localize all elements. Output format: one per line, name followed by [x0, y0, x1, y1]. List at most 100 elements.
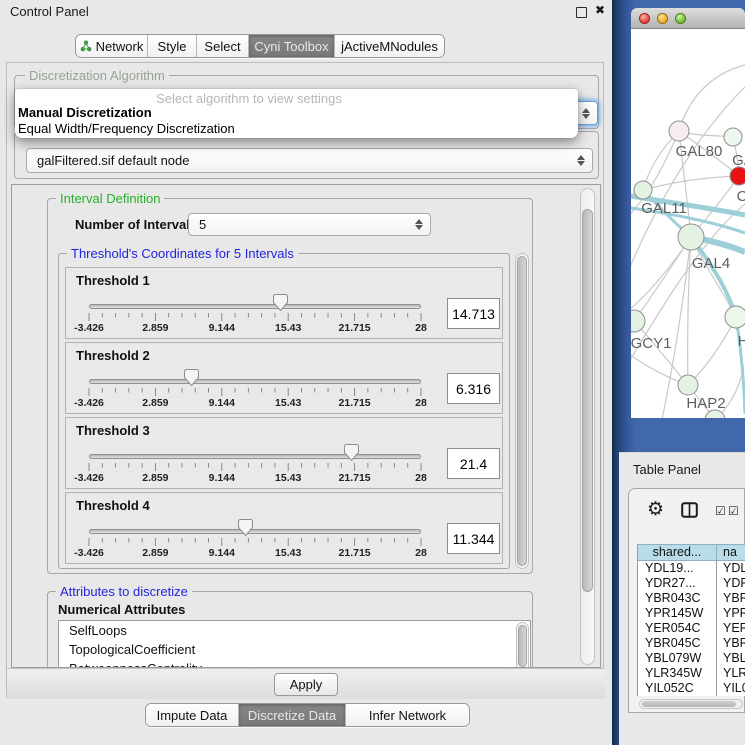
red-node[interactable] — [730, 167, 745, 185]
table-header-row: shared...na — [638, 544, 745, 561]
table-row[interactable]: YDL19...YDL1 — [638, 561, 745, 576]
algorithm-option-1[interactable]: Manual Discretization — [18, 105, 152, 120]
tick-label: -3.426 — [74, 547, 104, 559]
table-cell[interactable]: YPR145W — [638, 606, 717, 621]
checkbox-icon[interactable]: ☑ — [728, 504, 739, 518]
table-row[interactable]: YBR045CYBR0 — [638, 636, 745, 651]
node-label: GCY1 — [631, 335, 671, 352]
tab-label: Impute Data — [157, 708, 228, 723]
mac-zoom-button[interactable] — [675, 13, 686, 24]
mac-minimize-button[interactable] — [657, 13, 668, 24]
tab-impute-data[interactable]: Impute Data — [146, 704, 239, 726]
table-data-combobox[interactable]: galFiltered.sif default node — [26, 148, 593, 173]
numerical-attributes-label: Numerical Attributes — [58, 602, 185, 617]
top-tab-strip: NetworkStyleSelectCyni ToolboxjActiveMNo… — [75, 34, 445, 58]
apply-bar: Apply — [7, 668, 605, 699]
slider-thumb[interactable] — [273, 294, 288, 311]
tab-discretize-data[interactable]: Discretize Data — [239, 704, 346, 726]
table-cell[interactable]: YDL19... — [638, 561, 717, 576]
table-cell[interactable]: YIL0 — [717, 681, 745, 696]
network-canvas[interactable]: GAL80GACGAL11GAL4GCY1HHAP2 — [631, 29, 745, 418]
table-row[interactable]: YDR27...YDR2 — [638, 576, 745, 591]
slider-track[interactable] — [89, 454, 421, 459]
tab-network[interactable]: Network — [76, 35, 148, 57]
H-node[interactable] — [725, 306, 745, 328]
node-label: GAL4 — [692, 255, 730, 272]
slider-track[interactable] — [89, 379, 421, 384]
tab-infer-network[interactable]: Infer Network — [346, 704, 469, 726]
table-row[interactable]: YLR345WYLR3 — [638, 666, 745, 681]
tab-cyni-toolbox[interactable]: Cyni Toolbox — [249, 35, 335, 57]
threshold-value-field[interactable]: 14.713 — [447, 298, 500, 329]
checkbox-icon[interactable]: ☑ — [715, 504, 726, 518]
table-cell[interactable]: YBR045C — [638, 636, 717, 651]
mac-close-button[interactable] — [639, 13, 650, 24]
table-cell[interactable]: YER054C — [638, 621, 717, 636]
slider-ticks — [86, 463, 426, 472]
HAP2-node[interactable] — [678, 375, 698, 395]
viewport-scrollbar[interactable] — [580, 188, 595, 665]
number-of-intervals-combobox[interactable]: 5 — [188, 213, 431, 236]
tab-style[interactable]: Style — [148, 35, 197, 57]
apply-button[interactable]: Apply — [274, 673, 338, 696]
network-window-titlebar[interactable] — [631, 8, 745, 29]
algorithm-option-2[interactable]: Equal Width/Frequency Discretization — [18, 121, 235, 136]
tab-select[interactable]: Select — [197, 35, 249, 57]
table-cell[interactable]: YER0 — [717, 621, 745, 636]
thresholds-scrollbar[interactable] — [515, 253, 529, 569]
table-cell[interactable]: YLR3 — [717, 666, 745, 681]
threshold-value-field[interactable]: 6.316 — [447, 373, 500, 404]
GCY1-node[interactable] — [631, 310, 645, 332]
table-header-shared[interactable]: shared... — [638, 545, 717, 560]
gear-icon[interactable]: ⚙ — [647, 498, 664, 521]
table-cell[interactable]: YBR043C — [638, 591, 717, 606]
threshold-value-field[interactable]: 11.344 — [447, 523, 500, 554]
columns-icon[interactable] — [681, 502, 698, 518]
slider-thumb[interactable] — [238, 519, 253, 536]
attribute-item[interactable]: BetweennessCentrality — [59, 659, 530, 668]
control-panel-dock: Control Panel ✖ NetworkStyleSelectCyni T… — [0, 0, 612, 745]
attribute-item[interactable]: SelfLoops — [59, 621, 530, 640]
table-row[interactable]: YBR043CYBR0 — [638, 591, 745, 606]
tick-label: 15.43 — [275, 322, 301, 334]
interval-definition-label: Interval Definition — [56, 191, 164, 206]
table-cell[interactable]: YBL079W — [638, 651, 717, 666]
numerical-attributes-list[interactable]: SelfLoopsTopologicalCoefficientBetweenne… — [58, 620, 531, 668]
GAL80-node[interactable] — [669, 121, 689, 141]
tick-label: 2.859 — [142, 322, 168, 334]
slider-thumb[interactable] — [184, 369, 199, 386]
table-cell[interactable]: YIL052C — [638, 681, 717, 696]
attribute-item[interactable]: TopologicalCoefficient — [59, 640, 530, 659]
table-cell[interactable]: YDR27... — [638, 576, 717, 591]
tab-jactivemnodules[interactable]: jActiveMNodules — [335, 35, 444, 57]
table-horizontal-scrollbar[interactable] — [639, 699, 743, 709]
table-row[interactable]: YER054CYER0 — [638, 621, 745, 636]
table-panel-window: ⚙ ☑ ☑ shared...naYDL19...YDL1YDR27...YDR… — [628, 488, 745, 713]
table-cell[interactable]: YPR1 — [717, 606, 745, 621]
slider-track[interactable] — [89, 529, 421, 534]
threshold-label: Threshold 2 — [76, 348, 150, 363]
table-cell[interactable]: YBR0 — [717, 591, 745, 606]
slider-track[interactable] — [89, 304, 421, 309]
node-label: HAP2 — [686, 395, 725, 412]
threshold-value-field[interactable]: 21.4 — [447, 448, 500, 479]
table-row[interactable]: YPR145WYPR1 — [638, 606, 745, 621]
table-header-name[interactable]: na — [717, 545, 745, 560]
table-cell[interactable]: YLR345W — [638, 666, 717, 681]
table-cell[interactable]: YDL1 — [717, 561, 745, 576]
tick-label: -3.426 — [74, 397, 104, 409]
table-cell[interactable]: YBL0 — [717, 651, 745, 666]
GAL11-node[interactable] — [634, 181, 652, 199]
table-row[interactable]: YBL079WYBL0 — [638, 651, 745, 666]
GAL4-node[interactable] — [678, 224, 704, 250]
float-window-icon[interactable] — [576, 7, 587, 18]
slider-thumb[interactable] — [344, 444, 359, 461]
table-cell[interactable]: YDR2 — [717, 576, 745, 591]
table-cell[interactable]: YBR0 — [717, 636, 745, 651]
attributes-list-scrollbar[interactable] — [516, 622, 529, 668]
close-icon[interactable]: ✖ — [595, 3, 605, 17]
control-panel-title: Control Panel — [10, 4, 89, 19]
GA-node[interactable] — [724, 128, 742, 146]
table-row[interactable]: YIL052CYIL0 — [638, 681, 745, 696]
tick-label: 28 — [415, 472, 427, 484]
